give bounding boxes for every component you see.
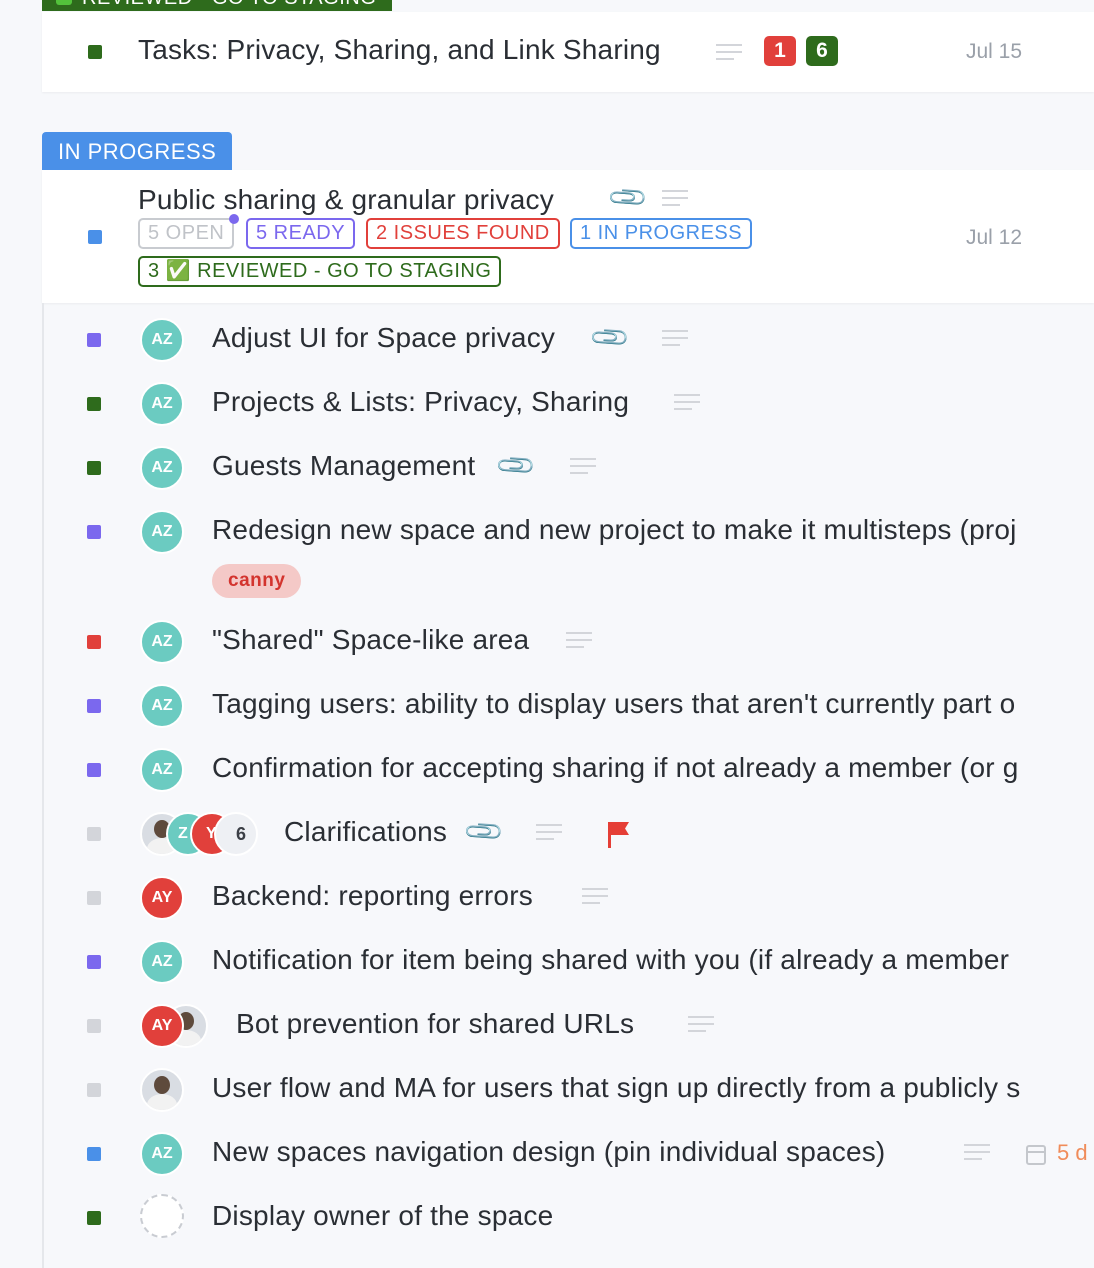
avatar[interactable]: AY (140, 1004, 184, 1048)
subtask-title[interactable]: Adjust UI for Space privacy (212, 322, 555, 354)
status-square[interactable] (87, 461, 101, 475)
status-square[interactable] (87, 699, 101, 713)
due-date-overdue[interactable]: 5 d (1057, 1140, 1088, 1166)
description-icon (688, 1016, 714, 1034)
pill-reviewed[interactable]: 3 ✅ REVIEWED - GO TO STAGING (138, 256, 502, 287)
avatar[interactable]: AZ (140, 446, 184, 490)
pill-in-progress[interactable]: 1 IN PROGRESS (570, 218, 753, 249)
avatar[interactable]: AZ (140, 684, 184, 728)
status-group-label: IN PROGRESS (58, 139, 217, 164)
description-icon (566, 632, 592, 650)
status-group-reviewed[interactable]: REVIEWED - GO TO STAGING (42, 0, 393, 11)
attachment-icon: 📎 (461, 809, 506, 854)
description-icon (662, 330, 688, 348)
subtask-title[interactable]: "Shared" Space-like area (212, 624, 529, 656)
status-square[interactable] (88, 45, 102, 59)
status-square[interactable] (87, 333, 101, 347)
avatar-more-count[interactable]: 6 (214, 812, 258, 856)
status-square[interactable] (87, 1211, 101, 1225)
subtask-title[interactable]: Notification for item being shared with … (212, 944, 1009, 976)
tag-canny[interactable]: canny (212, 564, 302, 598)
subtask-title[interactable]: Display owner of the space (212, 1200, 553, 1232)
subtask-title[interactable]: Clarifications (284, 816, 447, 848)
subtask-title[interactable]: Bot prevention for shared URLs (236, 1008, 634, 1040)
description-icon (662, 190, 688, 208)
avatar[interactable]: AZ (140, 318, 184, 362)
description-icon (582, 888, 608, 906)
due-date[interactable]: Jul 12 (966, 226, 1022, 250)
task-title[interactable]: Tasks: Privacy, Sharing, and Link Sharin… (138, 34, 661, 66)
status-square[interactable] (88, 230, 102, 244)
pill-issues-found[interactable]: 2 ISSUES FOUND (366, 218, 560, 249)
subtask-title[interactable]: New spaces navigation design (pin indivi… (212, 1136, 885, 1168)
description-icon (716, 44, 742, 62)
subtask-title[interactable]: Backend: reporting errors (212, 880, 533, 912)
avatar[interactable]: AZ (140, 620, 184, 664)
description-icon (570, 458, 596, 476)
avatar[interactable]: AZ (140, 382, 184, 426)
status-square[interactable] (87, 525, 101, 539)
attachment-icon: 📎 (493, 443, 538, 488)
status-group-label: REVIEWED - GO TO STAGING (82, 0, 376, 9)
badge-green[interactable]: 6 (806, 36, 838, 66)
avatar[interactable]: AZ (140, 510, 184, 554)
avatar[interactable]: AY (140, 876, 184, 920)
pill-open[interactable]: 5 OPEN (138, 218, 235, 249)
subtask-title[interactable]: Confirmation for accepting sharing if no… (212, 752, 1019, 784)
attachment-icon: 📎 (587, 315, 632, 360)
status-square[interactable] (87, 1147, 101, 1161)
status-square[interactable] (87, 1083, 101, 1097)
status-square[interactable] (87, 1019, 101, 1033)
description-icon (536, 824, 562, 842)
assign-user-icon[interactable] (140, 1194, 184, 1238)
status-group-in-progress[interactable]: IN PROGRESS (42, 132, 233, 170)
task-row[interactable]: Public sharing & granular privacy 📎 5 OP… (42, 170, 1094, 303)
status-square[interactable] (87, 763, 101, 777)
badge-red[interactable]: 1 (764, 36, 796, 66)
task-row[interactable]: Tasks: Privacy, Sharing, and Link Sharin… (42, 12, 1094, 92)
status-square[interactable] (87, 891, 101, 905)
description-icon (674, 394, 700, 412)
subtask-title[interactable]: Tagging users: ability to display users … (212, 688, 1015, 720)
task-title[interactable]: Public sharing & granular privacy (138, 184, 554, 216)
unread-dot (229, 214, 239, 224)
avatar[interactable]: AZ (140, 1132, 184, 1176)
subtask-title[interactable]: Projects & Lists: Privacy, Sharing (212, 386, 629, 418)
subtask-title[interactable]: Guests Management (212, 450, 475, 482)
calendar-icon[interactable] (1026, 1145, 1046, 1165)
checkmark-icon (56, 0, 72, 5)
due-date[interactable]: Jul 15 (966, 40, 1022, 64)
status-square[interactable] (87, 955, 101, 969)
avatar[interactable]: AZ (140, 748, 184, 792)
status-square[interactable] (87, 635, 101, 649)
avatar[interactable]: AZ (140, 940, 184, 984)
description-icon (964, 1144, 990, 1162)
avatar-photo[interactable] (140, 1068, 184, 1112)
pill-ready[interactable]: 5 READY (246, 218, 356, 249)
attachment-icon: 📎 (605, 175, 650, 220)
flag-icon[interactable] (608, 822, 630, 848)
subtask-rail (42, 303, 44, 1268)
status-square[interactable] (87, 397, 101, 411)
status-square[interactable] (87, 827, 101, 841)
subtask-title[interactable]: Redesign new space and new project to ma… (212, 514, 1017, 546)
subtask-title[interactable]: User flow and MA for users that sign up … (212, 1072, 1020, 1104)
